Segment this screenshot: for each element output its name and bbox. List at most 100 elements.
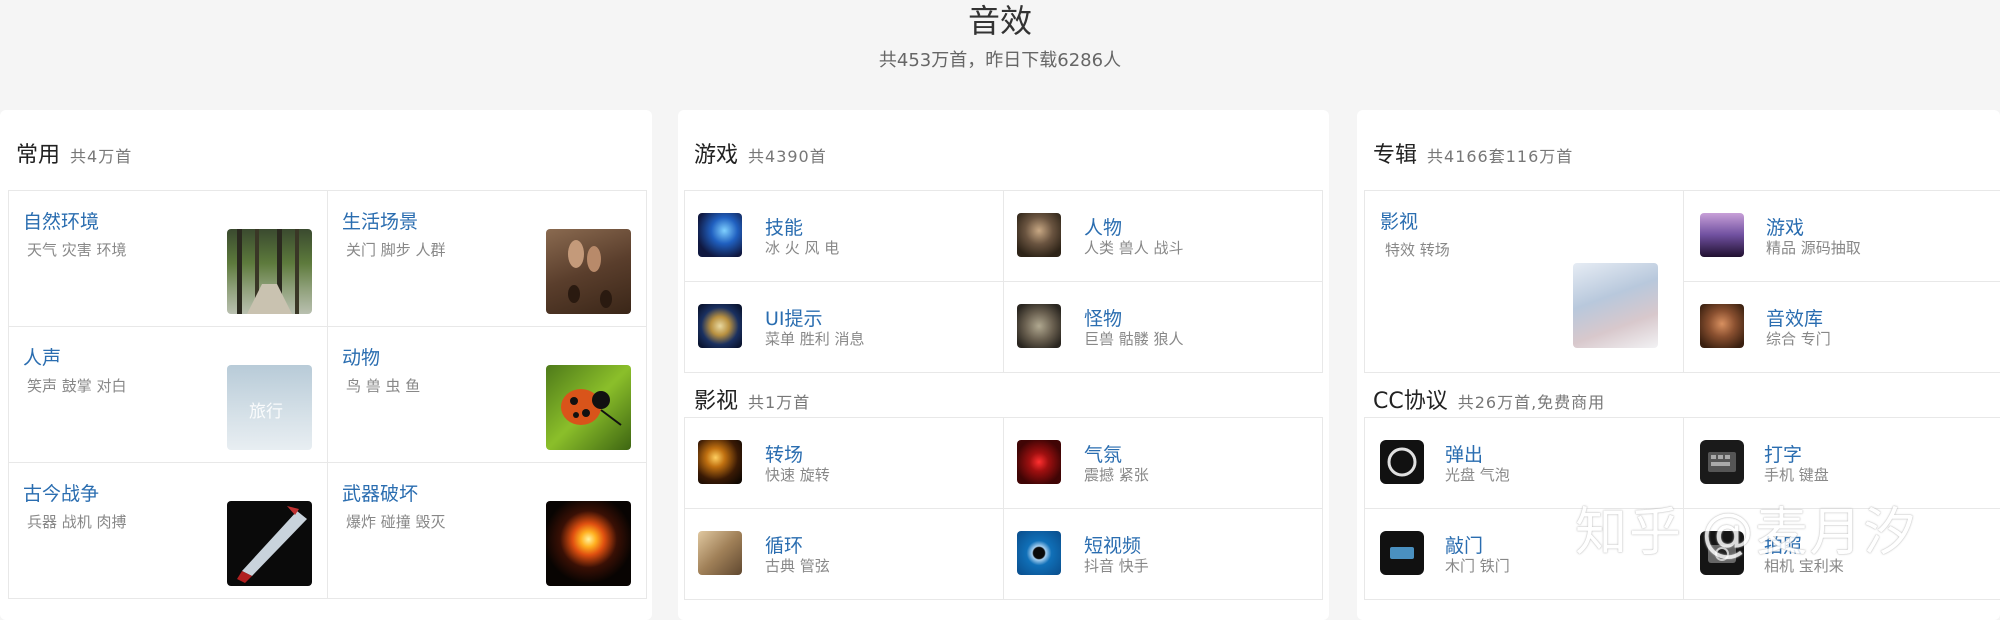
skill-icon: [698, 213, 742, 257]
page-subtitle: 共453万首，昨日下载6286人: [878, 50, 1122, 71]
explosion-thumbnail: [546, 501, 631, 586]
cc-item-title: 敲门: [1445, 535, 1484, 557]
common-item-tags: 兵器 战机 肉搏: [27, 513, 127, 531]
common-item-war[interactable]: 古今战争 兵器 战机 肉搏: [9, 463, 328, 599]
film-item-tags: 快速 旋转: [765, 466, 830, 484]
common-grid: 自然环境 天气 灾害 环境 生活场景 关门 脚步 人群 人声 笑声 鼓掌 对白 …: [8, 190, 647, 599]
film-item-tags: 古典 管弦: [765, 557, 830, 575]
panel-film-title: 影视: [694, 389, 739, 414]
common-item-title: 古今战争: [23, 483, 100, 505]
ladybug-thumbnail: [546, 365, 631, 450]
common-item-tags: 笑声 鼓掌 对白: [27, 377, 127, 395]
monster-icon: [1017, 304, 1061, 348]
cc-item-title: 打字: [1764, 444, 1803, 466]
albums-grid: 影视 特效 转场 游戏 精品 源码抽取 音效库 综合 专门: [1364, 190, 2000, 373]
common-item-nature[interactable]: 自然环境 天气 灾害 环境: [9, 191, 328, 327]
games-item-characters[interactable]: 人物 人类 兽人 战斗: [1004, 191, 1323, 282]
travel-thumbnail: 旅行: [227, 365, 312, 450]
film-item-title: 循环: [765, 535, 804, 557]
games-grid: 技能 冰 火 风 电 人物 人类 兽人 战斗 UI提示 菜单 胜利 消息 怪物 …: [684, 190, 1323, 373]
door-icon: [1380, 531, 1424, 575]
games-item-ui[interactable]: UI提示 菜单 胜利 消息: [685, 282, 1004, 373]
cc-item-title: 弹出: [1445, 444, 1484, 466]
games-item-tags: 人类 兽人 战斗: [1084, 239, 1184, 257]
common-item-tags: 鸟 兽 虫 鱼: [346, 377, 421, 395]
transition-icon: [698, 440, 742, 484]
panel-albums-heading: 专辑 共4166套116万首: [1373, 137, 1573, 169]
panel-games-heading: 游戏 共4390首: [694, 137, 827, 169]
panel-film-heading: 影视 共1万首: [694, 383, 810, 415]
zhihu-watermark: 知乎 @麦月汐: [1575, 503, 1918, 563]
games-item-skills[interactable]: 技能 冰 火 风 电: [685, 191, 1004, 282]
panel-film-count: 共1万首: [748, 393, 811, 412]
ui-prompt-icon: [698, 304, 742, 348]
camera-icon: [1017, 531, 1061, 575]
albums-item-title: 音效库: [1766, 308, 1824, 330]
albums-item-tags: 综合 专门: [1766, 330, 1831, 348]
sound-library-icon: [1700, 304, 1744, 348]
common-item-voice[interactable]: 人声 笑声 鼓掌 对白 旅行: [9, 327, 328, 463]
cc-item-tags: 光盘 气泡: [1445, 466, 1510, 484]
page-title: 音效: [967, 2, 1032, 40]
panel-cc-heading: CC协议 共26万首,免费商用: [1373, 383, 1605, 415]
games-item-title: UI提示: [765, 308, 823, 330]
panel-common: 常用 共4万首 自然环境 天气 灾害 环境 生活场景 关门 脚步 人群 人声 笑声…: [0, 110, 652, 620]
bubble-icon: [1380, 440, 1424, 484]
common-item-title: 自然环境: [23, 211, 100, 233]
travel-thumbnail-text: 旅行: [249, 402, 283, 422]
panel-games-title: 游戏: [694, 143, 739, 168]
games-item-monsters[interactable]: 怪物 巨兽 骷髅 狼人: [1004, 282, 1323, 373]
common-item-title: 人声: [23, 347, 62, 369]
panel-common-count: 共4万首: [70, 147, 133, 166]
forest-thumbnail: [227, 229, 312, 314]
common-item-title: 动物: [342, 347, 381, 369]
common-item-animals[interactable]: 动物 鸟 兽 虫 鱼: [328, 327, 647, 463]
film-album-thumbnail: [1573, 263, 1658, 348]
common-item-life[interactable]: 生活场景 关门 脚步 人群: [328, 191, 647, 327]
panel-cc-title: CC协议: [1373, 389, 1448, 414]
cc-item-tags: 木门 铁门: [1445, 557, 1510, 575]
panel-common-title: 常用: [16, 143, 61, 168]
common-item-tags: 关门 脚步 人群: [346, 241, 446, 259]
games-item-tags: 冰 火 风 电: [765, 239, 840, 257]
film-item-short-video[interactable]: 短视频 抖音 快手: [1004, 509, 1323, 600]
albums-item-title: 游戏: [1766, 217, 1805, 239]
common-item-title: 生活场景: [342, 211, 419, 233]
games-item-title: 怪物: [1084, 308, 1123, 330]
warrior-icon: [1017, 213, 1061, 257]
film-item-atmosphere[interactable]: 气氛 震撼 紧张: [1004, 418, 1323, 509]
common-item-tags: 天气 灾害 环境: [27, 241, 127, 259]
common-item-weapons[interactable]: 武器破坏 爆炸 碰撞 毁灭: [328, 463, 647, 599]
albums-item-tags: 精品 源码抽取: [1766, 239, 1861, 257]
albums-item-library[interactable]: 音效库 综合 专门: [1684, 282, 2000, 373]
film-item-tags: 抖音 快手: [1084, 557, 1149, 575]
keyboard-icon: [1700, 440, 1744, 484]
panel-albums-count: 共4166套116万首: [1427, 147, 1574, 166]
footprints-thumbnail: [546, 229, 631, 314]
albums-item-games[interactable]: 游戏 精品 源码抽取: [1684, 191, 2000, 282]
panel-albums-title: 专辑: [1373, 143, 1418, 168]
game-album-icon: [1700, 213, 1744, 257]
panel-games-count: 共4390首: [748, 147, 827, 166]
common-item-tags: 爆炸 碰撞 毁灭: [346, 513, 446, 531]
heart-icon: [1017, 440, 1061, 484]
film-grid: 转场 快速 旋转 气氛 震撼 紧张 循环 古典 管弦 短视频 抖音 快手: [684, 417, 1323, 600]
loop-icon: [698, 531, 742, 575]
film-item-loop[interactable]: 循环 古典 管弦: [685, 509, 1004, 600]
film-item-title: 气氛: [1084, 444, 1123, 466]
film-item-tags: 震撼 紧张: [1084, 466, 1149, 484]
panel-common-heading: 常用 共4万首: [16, 137, 132, 169]
film-item-transition[interactable]: 转场 快速 旋转: [685, 418, 1004, 509]
albums-item-title: 影视: [1380, 211, 1419, 233]
games-item-tags: 菜单 胜利 消息: [765, 330, 865, 348]
panel-games-film: 游戏 共4390首 技能 冰 火 风 电 人物 人类 兽人 战斗 UI提示 菜单 …: [678, 110, 1329, 620]
film-item-title: 短视频: [1084, 535, 1142, 557]
cc-item-tags: 手机 键盘: [1764, 466, 1829, 484]
albums-item-tags: 特效 转场: [1385, 241, 1450, 259]
games-item-tags: 巨兽 骷髅 狼人: [1084, 330, 1184, 348]
games-item-title: 人物: [1084, 217, 1123, 239]
albums-item-film[interactable]: 影视 特效 转场: [1365, 191, 1684, 373]
common-item-title: 武器破坏: [342, 483, 419, 505]
panel-cc-count: 共26万首,免费商用: [1457, 393, 1606, 412]
film-item-title: 转场: [765, 444, 804, 466]
